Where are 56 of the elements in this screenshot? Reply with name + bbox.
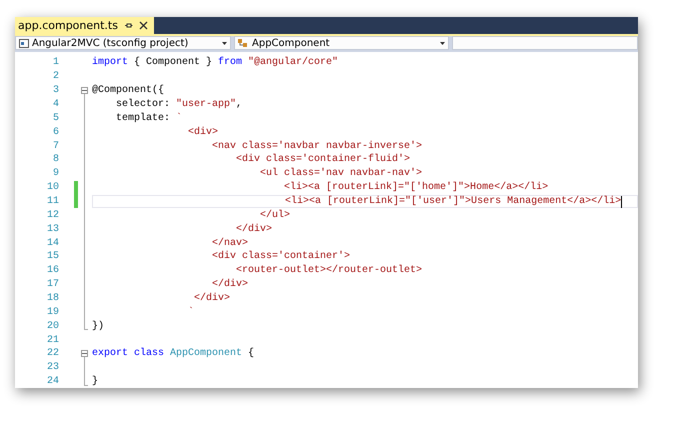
line-number: 11 [46, 196, 59, 208]
code-line: <div class='container-fluid'> [235, 154, 410, 166]
collapse-icon[interactable] [81, 86, 88, 94]
project-dropdown[interactable]: Angular2MVC (tsconfig project) [15, 36, 231, 50]
line-number: 2 [52, 71, 59, 82]
code-line: import { Component } from "@angular/core" [92, 57, 338, 68]
line-number: 7 [52, 140, 59, 152]
code-line: <router-outlet></router-outlet> [235, 265, 422, 276]
line-number: 6 [52, 126, 59, 138]
line-number: 20 [46, 320, 59, 332]
code-line: <li><a [routerLink]="['home']">Home</a></li> [283, 182, 548, 194]
code-line: template: ` [115, 112, 182, 124]
code-line: export class AppComponent { [92, 348, 254, 360]
code-line: </ul> [259, 210, 290, 221]
code-line: </nav> [211, 238, 248, 249]
line-number: 3 [52, 85, 59, 96]
code-line: <div> [187, 126, 218, 138]
line-number: 10 [46, 182, 59, 194]
code-line: <div class='container'> [211, 251, 350, 262]
line-number: 21 [46, 334, 59, 346]
project-icon [19, 38, 29, 48]
line-number: 9 [52, 168, 59, 180]
code-line: } [92, 376, 98, 388]
code-line: </div> [235, 224, 272, 235]
line-number: 18 [46, 293, 59, 304]
code-line: <ul class='nav navbar-nav'> [259, 168, 422, 180]
line-number: 17 [46, 279, 59, 290]
line-number: 4 [52, 99, 59, 110]
code-line: <nav class='navbar navbar-inverse'> [211, 140, 422, 152]
collapse-icon[interactable] [81, 350, 88, 358]
code-line: @Component({ [92, 85, 164, 96]
line-number: 24 [46, 376, 59, 388]
line-number: 22 [46, 348, 59, 360]
line-number: 23 [46, 362, 59, 374]
line-number: 13 [46, 224, 59, 235]
line-number: 5 [52, 112, 59, 124]
caret-icon [222, 42, 227, 44]
line-number: 16 [46, 265, 59, 276]
file-tab[interactable]: app.component.ts [15, 17, 154, 34]
line-number: 14 [46, 238, 59, 249]
code-line: </div> [211, 279, 248, 290]
pin-icon[interactable] [124, 21, 133, 30]
line-number: 19 [46, 306, 59, 318]
code-line: selector: "user-app", [115, 99, 242, 110]
line-number: 12 [46, 210, 59, 221]
line-number: 15 [46, 251, 59, 262]
code-line: <li><a [routerLink]="['user']">Users Management</a></li> [284, 196, 622, 208]
caret-icon [440, 42, 445, 44]
class-icon [238, 38, 249, 48]
line-number: 8 [52, 154, 59, 166]
member-dropdown[interactable]: AppComponent [234, 36, 449, 50]
close-icon[interactable] [138, 21, 148, 30]
line-number: 1 [52, 57, 59, 68]
code-line: ` [187, 306, 194, 318]
code-line: </div> [193, 293, 230, 304]
code-line: }) [92, 320, 104, 332]
